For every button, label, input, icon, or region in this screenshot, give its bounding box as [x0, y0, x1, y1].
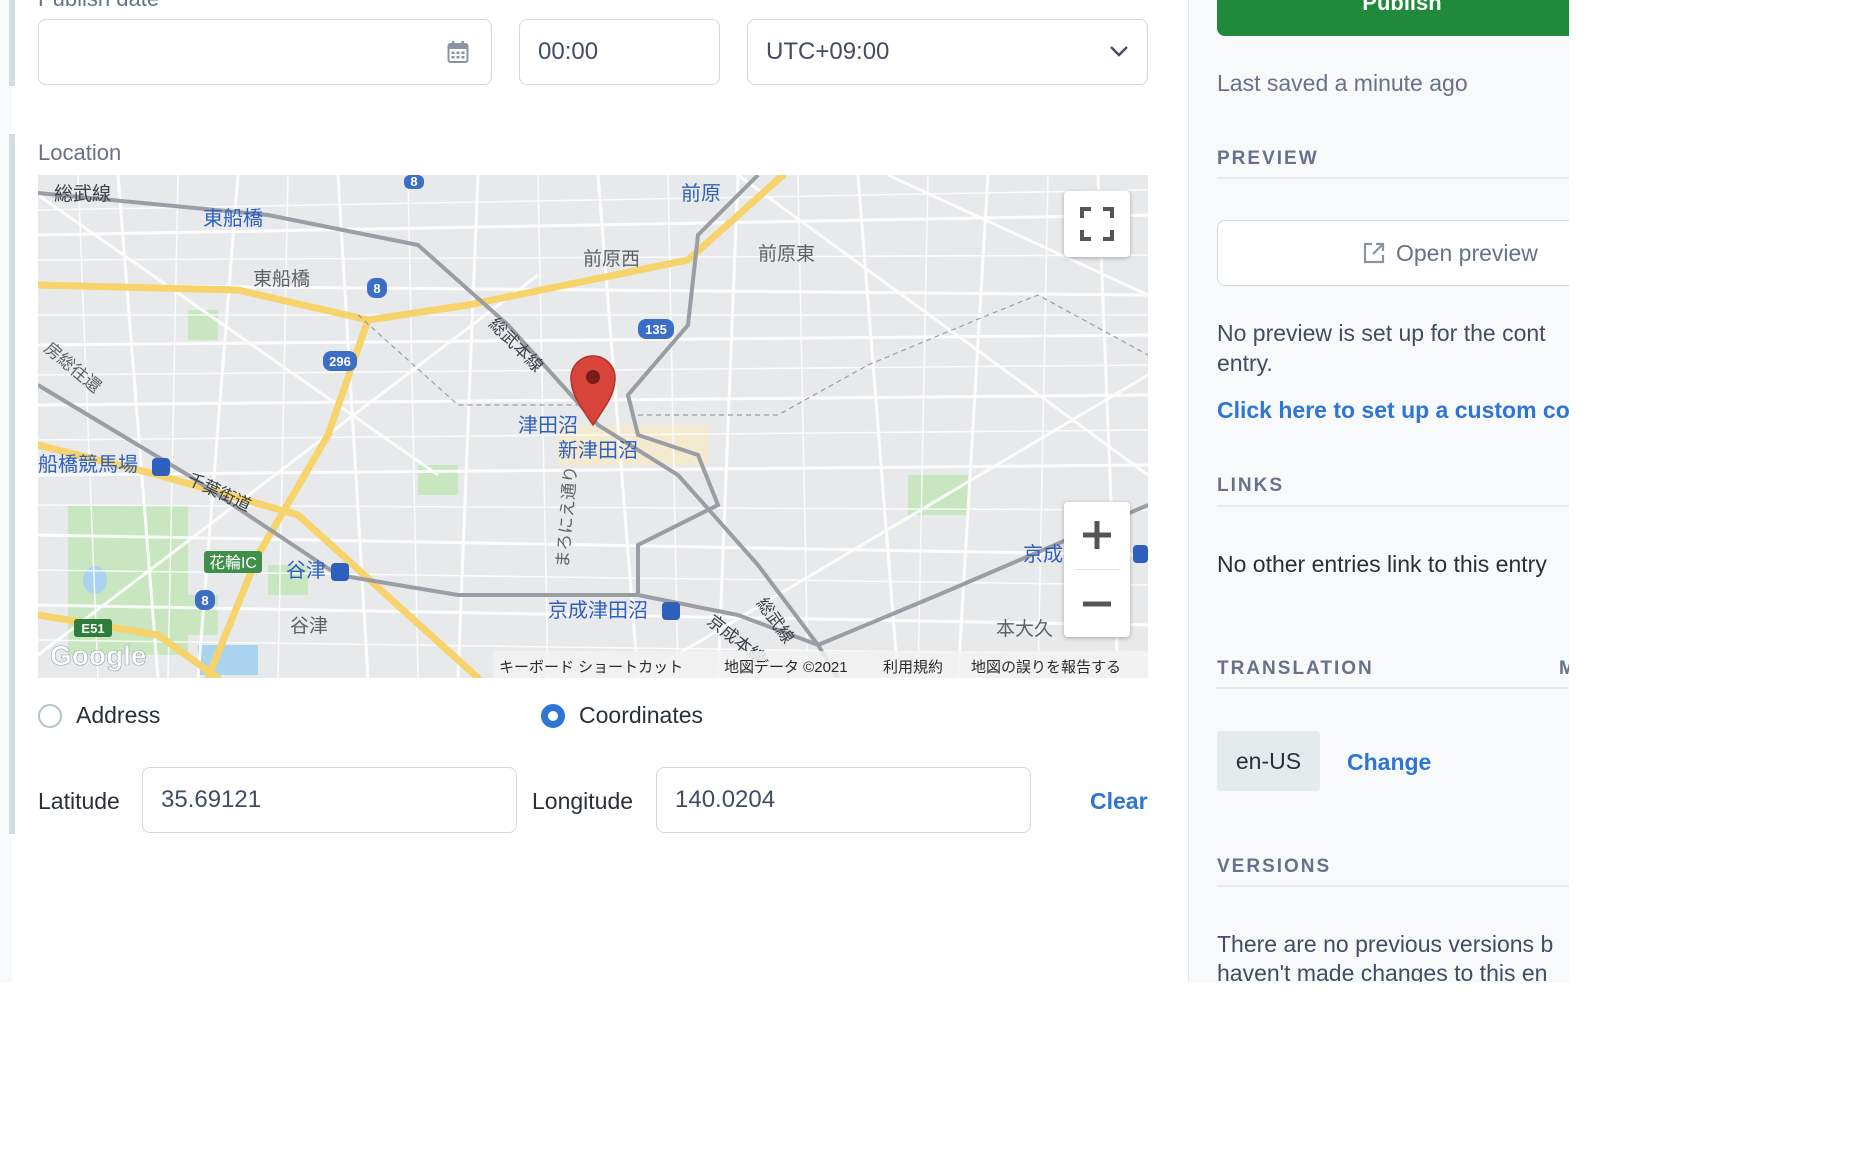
latitude-input[interactable]: 35.69121	[142, 767, 517, 833]
zoom-controls	[1064, 502, 1130, 637]
svg-text:京成: 京成	[1023, 543, 1063, 566]
links-section-title: LINKS	[1217, 475, 1284, 496]
longitude-value: 140.0204	[675, 786, 776, 813]
svg-text:296: 296	[329, 354, 351, 369]
last-saved-text: Last saved a minute ago	[1217, 70, 1468, 96]
map-copyright: 地図データ ©2021	[724, 658, 848, 676]
svg-text:本大久: 本大久	[996, 618, 1053, 640]
longitude-label: Longitude	[532, 788, 634, 814]
latitude-value: 35.69121	[161, 786, 262, 813]
calendar-icon[interactable]	[447, 40, 469, 64]
versions-message-line1: There are no previous versions b	[1217, 931, 1554, 957]
publish-date-label: Publish date	[38, 0, 159, 12]
fullscreen-button[interactable]	[1064, 191, 1130, 257]
svg-text:8: 8	[201, 593, 208, 608]
map-label: 総武線	[54, 183, 111, 205]
svg-text:前原西: 前原西	[583, 248, 640, 270]
minus-icon	[1083, 601, 1111, 607]
time-value: 00:00	[538, 38, 599, 65]
location-label: Location	[38, 140, 122, 165]
svg-text:津田沼: 津田沼	[518, 414, 578, 437]
radio-coordinates-label: Coordinates	[579, 702, 704, 728]
svg-text:東船橋: 東船橋	[203, 207, 263, 230]
svg-text:谷津: 谷津	[286, 559, 326, 582]
svg-text:京成津田沼: 京成津田沼	[548, 599, 648, 622]
svg-text:8: 8	[373, 281, 380, 296]
radio-address[interactable]: Address	[38, 702, 160, 729]
preview-section-title: PREVIEW	[1217, 148, 1319, 169]
change-locale-link[interactable]: Change	[1347, 747, 1431, 777]
time-input[interactable]: 00:00	[519, 19, 720, 85]
locale-value: en-US	[1235, 747, 1302, 774]
entry-sidebar: Publish Last saved a minute ago PREVIEW …	[1188, 0, 1569, 982]
translation-trailing-text: M	[1559, 658, 1569, 680]
svg-text:135: 135	[645, 322, 667, 337]
chevron-down-icon	[1109, 44, 1129, 58]
map-shortcuts-link: キーボード ショートカット	[499, 659, 683, 676]
left-rail	[0, 0, 15, 982]
svg-text:東船橋: 東船橋	[253, 268, 310, 290]
external-link-icon	[1363, 242, 1385, 264]
location-map[interactable]: 総武線 東船橋 前原西 前原東 本大久 谷津 東船橋 前原 津田沼 新津田沼 船…	[38, 175, 1148, 678]
svg-text:谷津: 谷津	[290, 615, 328, 637]
preview-message-line2: entry.	[1217, 350, 1273, 376]
zoom-in-button[interactable]	[1064, 502, 1130, 568]
setup-custom-preview-link[interactable]: Click here to set up a custom co	[1217, 395, 1569, 425]
publish-button-label: Publish	[1362, 0, 1442, 15]
section-divider	[1217, 177, 1569, 179]
date-input[interactable]	[38, 19, 492, 85]
clear-coordinates-link[interactable]: Clear	[1090, 788, 1148, 815]
versions-section-title: VERSIONS	[1217, 856, 1332, 877]
svg-text:前原東: 前原東	[758, 243, 815, 265]
versions-message-line2: haven't made changes to this en	[1217, 960, 1548, 982]
timezone-value: UTC+09:00	[766, 38, 890, 65]
open-preview-label: Open preview	[1396, 239, 1538, 266]
map-terms-link: 利用規約	[883, 659, 943, 676]
section-divider	[1217, 885, 1569, 887]
svg-text:船橋競馬場: 船橋競馬場	[38, 453, 138, 476]
field-indicator-bar	[9, 134, 15, 834]
svg-text:花輪IC: 花輪IC	[209, 554, 257, 572]
zoom-out-button[interactable]	[1064, 571, 1130, 637]
timezone-select[interactable]: UTC+09:00	[747, 19, 1148, 85]
zoom-divider	[1074, 569, 1120, 570]
fullscreen-icon	[1080, 207, 1114, 241]
latitude-label: Latitude	[38, 788, 120, 814]
publish-button[interactable]: Publish	[1217, 0, 1569, 36]
radio-address-label: Address	[76, 702, 161, 728]
svg-text:前原: 前原	[681, 182, 721, 205]
radio-address-circle[interactable]	[38, 703, 62, 728]
google-logo: Google	[50, 640, 146, 671]
locale-badge: en-US	[1217, 731, 1320, 791]
field-indicator-bar	[9, 0, 15, 86]
longitude-input[interactable]: 140.0204	[656, 767, 1031, 833]
section-divider	[1217, 687, 1569, 689]
open-preview-button[interactable]: Open preview	[1217, 220, 1569, 286]
translation-section-title: TRANSLATION	[1217, 658, 1374, 679]
plus-icon	[1083, 521, 1111, 549]
svg-text:新津田沼: 新津田沼	[558, 439, 638, 462]
radio-coordinates[interactable]: Coordinates	[541, 702, 703, 729]
radio-coordinates-circle[interactable]	[541, 703, 565, 728]
links-message: No other entries link to this entry	[1217, 551, 1547, 577]
preview-message-line1: No preview is set up for the cont	[1217, 320, 1546, 346]
entry-editor-main: Publish date 00:00 UTC+09:00 Location	[38, 0, 1150, 982]
section-divider	[1217, 505, 1569, 507]
map-report-link: 地図の誤りを報告する	[971, 659, 1121, 676]
svg-text:8: 8	[410, 175, 417, 189]
svg-text:E51: E51	[81, 621, 104, 636]
